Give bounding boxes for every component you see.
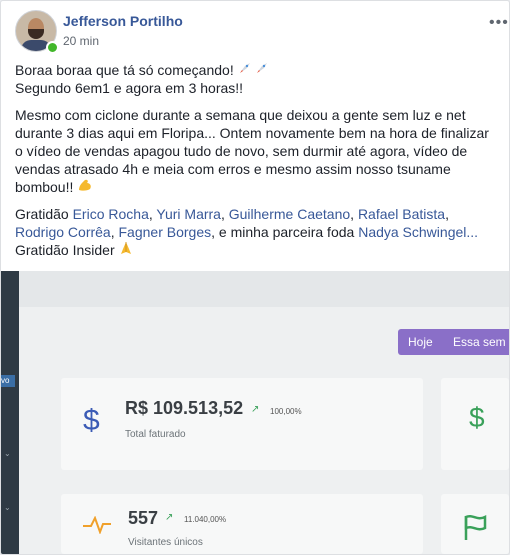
visitors-card: 557 ↗ 11.040,00% Visitantes únicos bbox=[61, 494, 423, 554]
tag-rodrigo-correa[interactable]: Rodrigo Corrêa bbox=[15, 224, 111, 240]
post-line1: Boraa boraa que tá só começando! bbox=[15, 62, 234, 78]
flexed-bicep-emoji-icon bbox=[79, 179, 92, 191]
tag-guilherme-caetano[interactable]: Guilherme Caetano bbox=[229, 206, 350, 222]
post-header: Jefferson Portilho 20 min ••• bbox=[15, 10, 508, 54]
visitors-label: Visitantes únicos bbox=[128, 537, 203, 548]
post-thanks: Gratidão Erico Rocha, Yuri Marra, Guilhe… bbox=[15, 206, 479, 258]
revenue-percent: 100,00% bbox=[270, 407, 302, 416]
sidebar-tag: vo bbox=[1, 375, 15, 387]
filter-today: Hoje bbox=[408, 335, 433, 349]
revenue-value: R$ 109.513,52 bbox=[125, 398, 244, 418]
side-card-1: $ bbox=[441, 378, 509, 470]
revenue-label: Total faturado bbox=[125, 429, 186, 440]
online-status-icon bbox=[46, 41, 59, 54]
post-photo[interactable]: vo ⌄ ⌄ Hoje Essa sem $ R$ 109.513,52 ↗ 1… bbox=[1, 271, 509, 554]
side-card-2 bbox=[441, 494, 509, 554]
tag-rafael-batista[interactable]: Rafael Batista bbox=[358, 206, 445, 222]
more-options-icon[interactable]: ••• bbox=[489, 14, 509, 32]
post-intro: Boraa boraa que tá só começando! Segundo… bbox=[15, 61, 497, 97]
thanks-insider: Gratidão Insider bbox=[15, 242, 115, 258]
thanks-middle: , e minha parceira foda bbox=[211, 224, 355, 240]
dollar-icon: $ bbox=[83, 404, 100, 437]
date-filter: Hoje Essa sem bbox=[398, 329, 509, 355]
filter-this-week: Essa sem bbox=[453, 335, 506, 349]
tag-fagner-borges[interactable]: Fagner Borges bbox=[119, 224, 212, 240]
praying-hands-emoji-icon bbox=[120, 242, 131, 254]
tag-erico-rocha[interactable]: Erico Rocha bbox=[73, 206, 149, 222]
post-line2: Segundo 6em1 e agora em 3 horas!! bbox=[15, 80, 244, 96]
author-name[interactable]: Jefferson Portilho bbox=[63, 13, 183, 29]
rocket-emoji-icon bbox=[257, 63, 268, 73]
chevron-down-icon: ⌄ bbox=[4, 503, 11, 512]
post-paragraph: Mesmo com ciclone durante a semana que d… bbox=[15, 106, 497, 196]
post-body: Boraa boraa que tá só começando! Segundo… bbox=[15, 61, 497, 268]
chevron-down-icon: ⌄ bbox=[4, 449, 11, 458]
dollar-icon: $ bbox=[469, 402, 485, 433]
revenue-card: $ R$ 109.513,52 ↗ 100,00% Total faturado bbox=[61, 378, 423, 470]
trend-up-icon: ↗ bbox=[251, 404, 260, 415]
visitors-value: 557 bbox=[128, 508, 159, 528]
post-time[interactable]: 20 min bbox=[63, 34, 99, 48]
post-timestamp[interactable]: 20 min bbox=[63, 34, 99, 48]
dashboard-topbar bbox=[19, 271, 509, 307]
facebook-post-card: Jefferson Portilho 20 min ••• Boraa bora… bbox=[0, 0, 510, 555]
rocket-emoji-icon bbox=[239, 63, 250, 73]
tag-yuri-marra[interactable]: Yuri Marra bbox=[156, 206, 221, 222]
flag-icon bbox=[464, 514, 487, 540]
thanks-prefix: Gratidão bbox=[15, 206, 69, 222]
trend-up-icon: ↗ bbox=[165, 512, 174, 523]
tag-nadya-schwingel[interactable]: Nadya Schwingel... bbox=[358, 224, 478, 240]
visitors-percent: 11.040,00% bbox=[184, 515, 227, 524]
dashboard-sidebar: vo ⌄ ⌄ bbox=[1, 271, 19, 554]
pulse-icon bbox=[83, 516, 111, 534]
